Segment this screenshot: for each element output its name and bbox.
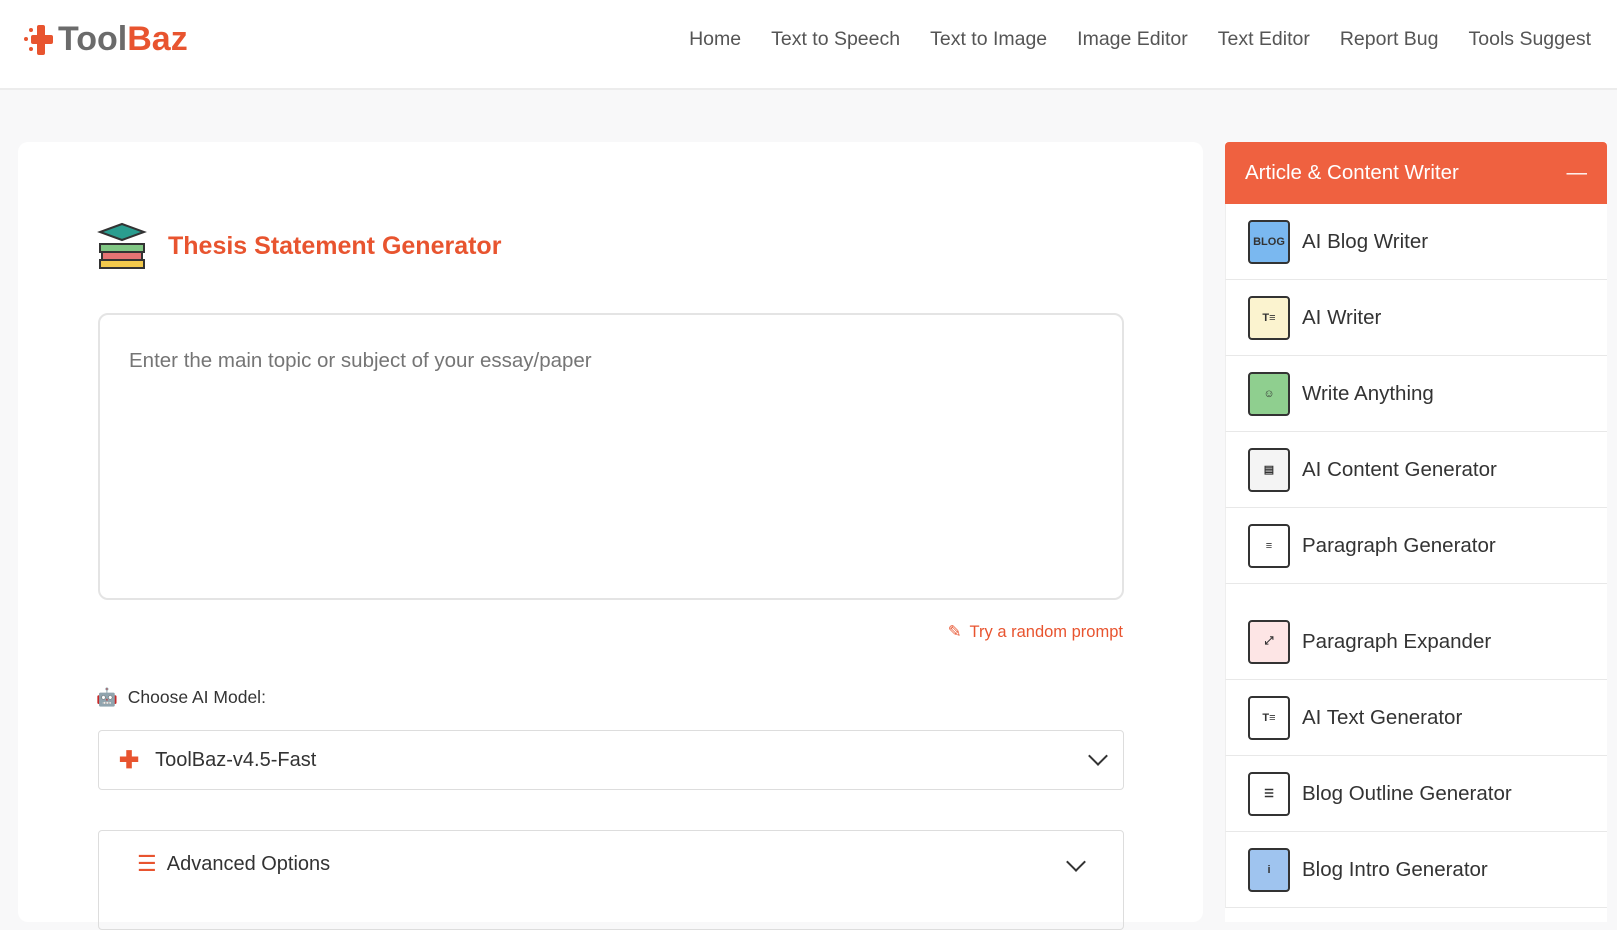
random-prompt-label: Try a random prompt [969, 622, 1123, 641]
sidebar-item[interactable]: ▤ AI Content Generator [1225, 432, 1607, 508]
sidebar-item-label: AI Writer [1302, 305, 1382, 329]
sidebar-item[interactable]: T≡ AI Writer [1225, 280, 1607, 356]
tool-icon: T≡ [1248, 695, 1290, 740]
sidebar-item-label: AI Content Generator [1302, 457, 1497, 481]
sidebar-panel: Article & Content Writer — BLOG AI Blog W… [1225, 142, 1607, 922]
nav-text-to-speech[interactable]: Text to Speech [771, 28, 900, 51]
model-label: Choose AI Model: [127, 687, 266, 707]
sidebar-item-label: Paragraph Generator [1302, 533, 1496, 557]
tool-icon: ☺ [1248, 371, 1290, 416]
model-select[interactable]: ✚ ToolBaz-v4.5-Fast [98, 730, 1124, 790]
sidebar-item-label: Write Anything [1302, 381, 1434, 405]
topic-input[interactable] [98, 313, 1124, 600]
toolbaz-icon: ✚ [119, 746, 140, 774]
chevron-down-icon [1088, 746, 1108, 766]
sidebar-item[interactable]: T≡ AI Text Generator [1225, 680, 1607, 756]
tool-icon: i [1248, 847, 1290, 892]
sidebar-item[interactable]: ⤢ Paragraph Expander [1225, 584, 1607, 680]
advanced-options-toggle[interactable]: ☰ Advanced Options [98, 830, 1124, 930]
chevron-down-icon [1066, 852, 1086, 872]
collapse-icon[interactable]: — [1567, 161, 1588, 185]
random-prompt-link[interactable]: ✎ Try a random prompt [948, 622, 1123, 642]
nav-report-bug[interactable]: Report Bug [1340, 28, 1439, 51]
sidebar-item[interactable]: ☺ Write Anything [1225, 356, 1607, 432]
tool-icon: ≡ [1248, 523, 1290, 568]
sidebar-title: Article & Content Writer [1245, 161, 1459, 184]
tool-icon: ☰ [1248, 771, 1290, 816]
sidebar-item-label: AI Text Generator [1302, 705, 1463, 729]
sidebar-item[interactable]: BLOG AI Blog Writer [1225, 204, 1607, 280]
nav-text-to-image[interactable]: Text to Image [930, 28, 1047, 51]
main-card: Thesis Statement Generator ✎ Try a rando… [18, 142, 1203, 930]
sidebar-item[interactable]: i Blog Intro Generator [1225, 832, 1607, 908]
sidebar-item-label: Paragraph Expander [1302, 629, 1492, 653]
logo-icon [24, 24, 53, 55]
nav-home[interactable]: Home [689, 28, 741, 51]
nav-image-editor[interactable]: Image Editor [1077, 28, 1188, 51]
tool-icon: ⤢ [1248, 619, 1290, 664]
page-title: Thesis Statement Generator [168, 231, 502, 260]
sidebar-header[interactable]: Article & Content Writer — [1225, 142, 1607, 204]
sliders-icon: ☰ [137, 851, 157, 876]
tool-icon: ▤ [1248, 447, 1290, 492]
robot-icon: 🤖 [96, 687, 118, 707]
sidebar-item-label: Blog Intro Generator [1302, 857, 1488, 881]
tool-icon: BLOG [1248, 219, 1290, 264]
sidebar-item[interactable]: ☰ Blog Outline Generator [1225, 756, 1607, 832]
nav-text-editor[interactable]: Text Editor [1218, 28, 1310, 51]
books-graduation-icon [97, 222, 147, 269]
sidebar-item[interactable]: ≡ Paragraph Generator [1225, 508, 1607, 584]
sidebar-item-label: AI Blog Writer [1302, 229, 1429, 253]
pencil-icon: ✎ [947, 623, 962, 641]
nav-tools-suggest[interactable]: Tools Suggest [1469, 28, 1592, 51]
tool-icon: T≡ [1248, 295, 1290, 340]
advanced-options-label: Advanced Options [166, 852, 331, 875]
logo[interactable]: Tool Baz [22, 20, 188, 59]
model-value: ToolBaz-v4.5-Fast [155, 748, 317, 771]
logo-text-1: Tool [58, 20, 128, 58]
logo-text-2: Baz [127, 20, 188, 58]
sidebar-item-label: Blog Outline Generator [1302, 781, 1512, 805]
top-nav: Tool Baz Home Text to Speech Text to Imag… [0, 0, 1617, 90]
